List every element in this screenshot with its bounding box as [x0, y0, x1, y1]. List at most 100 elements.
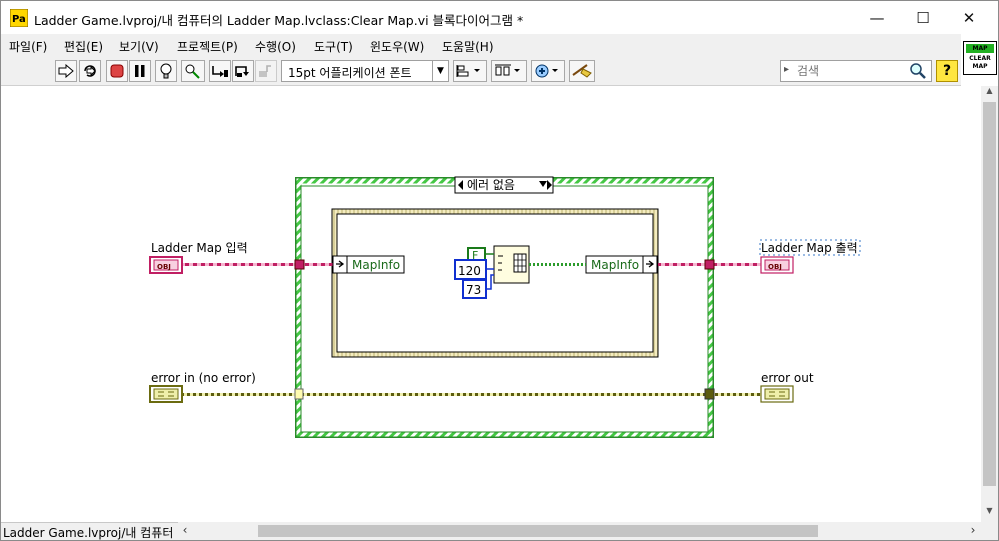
output-obj-tag: OBJ — [768, 263, 782, 271]
retain-wire-values-button[interactable] — [181, 60, 205, 82]
menu-tools[interactable]: 도구(T) — [314, 38, 353, 55]
lightbulb-icon — [160, 63, 172, 79]
step-over-button[interactable] — [232, 60, 254, 82]
scroll-down-icon[interactable]: ▼ — [981, 506, 998, 520]
search-input[interactable] — [797, 63, 907, 79]
menu-edit[interactable]: 편집(E) — [64, 38, 103, 55]
run-continuously-button[interactable] — [79, 60, 101, 82]
class-input-tunnel[interactable] — [294, 259, 305, 270]
vertical-scroll-thumb[interactable] — [983, 102, 996, 486]
run-continuously-icon — [84, 65, 96, 77]
minimize-button[interactable]: — — [854, 1, 900, 34]
class-wire-in[interactable] — [181, 263, 333, 266]
project-path-label: Ladder Game.lvproj/내 컴퓨터 — [1, 522, 178, 540]
horizontal-scroll-thumb[interactable] — [258, 525, 818, 537]
abort-button[interactable] — [106, 60, 128, 82]
error-in-label: error in (no error) — [151, 371, 256, 385]
font-select[interactable]: 15pt 어플리케이션 폰트 ▼ — [281, 60, 449, 82]
scroll-left-icon[interactable]: ‹ — [178, 523, 192, 539]
menu-file[interactable]: 파일(F) — [9, 38, 47, 55]
initialize-array-function[interactable] — [493, 245, 530, 284]
svg-text:Pa: Pa — [12, 14, 26, 25]
align-objects-button[interactable] — [453, 60, 487, 82]
cols-constant[interactable]: 73 — [462, 279, 487, 299]
vi-icon-text-2: MAP — [972, 63, 988, 70]
highlight-execution-button[interactable] — [155, 60, 177, 82]
menu-help[interactable]: 도움말(H) — [442, 38, 494, 55]
maximize-icon: ☐ — [916, 8, 930, 27]
case-selector[interactable]: 에러 없음 — [454, 176, 554, 194]
pause-button[interactable] — [129, 60, 151, 82]
menu-operate[interactable]: 수행(O) — [255, 38, 296, 55]
step-over-icon — [235, 66, 249, 77]
rows-constant-value: 120 — [458, 264, 481, 278]
labview-app-icon: Pa — [10, 9, 28, 27]
error-output-tunnel[interactable] — [704, 388, 715, 400]
help-question-icon: ? — [942, 63, 952, 79]
input-terminal-label: Ladder Map 입력 — [151, 241, 248, 255]
error-out-terminal[interactable] — [760, 385, 794, 403]
run-button[interactable] — [55, 60, 77, 82]
block-diagram[interactable]: 에러 없음 MapInfo MapInfo F 120 73 Ladder Ma… — [1, 86, 981, 522]
step-into-icon — [212, 66, 228, 77]
step-out-button[interactable] — [255, 60, 277, 82]
search-chevron-icon: ▸ — [784, 64, 790, 75]
search-icon[interactable] — [909, 63, 927, 79]
menu-window[interactable]: 윈도우(W) — [370, 38, 424, 55]
probe-icon — [185, 64, 200, 79]
vi-icon-banner: MAP — [966, 44, 994, 53]
minimize-icon: — — [869, 8, 885, 27]
diagram-canvas: 에러 없음 MapInfo MapInfo F 120 73 Ladder Ma… — [149, 176, 861, 438]
error-input-tunnel[interactable] — [294, 388, 304, 400]
case-selector-label: 에러 없음 — [467, 178, 515, 192]
close-icon: ✕ — [962, 8, 976, 27]
scroll-right-icon[interactable]: › — [966, 523, 980, 539]
distribute-objects-icon — [495, 64, 520, 76]
scroll-up-icon[interactable]: ▲ — [981, 86, 998, 100]
rows-constant[interactable]: 120 — [454, 259, 487, 280]
class-output-tunnel[interactable] — [704, 259, 715, 270]
vertical-scrollbar[interactable]: ▲ ▼ — [981, 86, 998, 522]
chevron-down-icon: ▼ — [432, 61, 448, 81]
clean-up-diagram-button[interactable] — [569, 60, 595, 82]
maximize-button[interactable]: ☐ — [900, 1, 946, 34]
abort-icon — [110, 64, 124, 78]
distribute-objects-button[interactable] — [491, 60, 527, 82]
clean-up-broom-icon — [572, 64, 592, 78]
toolbar: 15pt 어플리케이션 폰트 ▼ ▸ ? — [1, 56, 961, 86]
error-out-label: error out — [761, 371, 814, 385]
array-wire[interactable] — [529, 263, 586, 266]
pause-icon — [135, 65, 145, 77]
horizontal-scrollbar[interactable]: ‹ › — [178, 522, 981, 540]
vi-icon-text-1: CLEAR — [969, 55, 991, 62]
close-button[interactable]: ✕ — [946, 1, 992, 34]
menu-bar: 파일(F) 편집(E) 보기(V) 프로젝트(P) 수행(O) 도구(T) 윈도… — [1, 34, 961, 56]
reorder-button[interactable] — [531, 60, 565, 82]
input-obj-tag: OBJ — [157, 263, 171, 271]
window-title: Ladder Game.lvproj/내 컴퓨터의 Ladder Map.lvc… — [34, 13, 524, 28]
title-bar: Pa Ladder Game.lvproj/내 컴퓨터의 Ladder Map.… — [1, 1, 998, 34]
font-select-value: 15pt 어플리케이션 폰트 — [288, 66, 412, 80]
mapinfo-out-label: MapInfo — [591, 258, 639, 272]
output-terminal-label: Ladder Map 출력 — [761, 241, 858, 255]
align-objects-icon — [456, 65, 480, 77]
block-diagram-window: Pa Ladder Game.lvproj/내 컴퓨터의 Ladder Map.… — [0, 0, 999, 541]
menu-view[interactable]: 보기(V) — [119, 38, 159, 55]
cols-constant-value: 73 — [466, 283, 481, 297]
scroll-corner — [981, 522, 998, 540]
ladder-map-input-terminal[interactable]: OBJ — [149, 256, 183, 274]
run-arrow-icon — [58, 64, 74, 78]
mapinfo-bundle-node[interactable]: MapInfo — [585, 255, 658, 274]
step-into-button[interactable] — [209, 60, 231, 82]
error-in-terminal[interactable] — [149, 385, 183, 403]
mapinfo-unbundle-node[interactable]: MapInfo — [332, 255, 405, 274]
ladder-map-output-terminal[interactable]: OBJ — [760, 256, 794, 274]
menu-project[interactable]: 프로젝트(P) — [177, 38, 238, 55]
search-box[interactable]: ▸ — [780, 60, 932, 82]
step-out-icon — [259, 65, 271, 77]
mapinfo-in-label: MapInfo — [352, 258, 400, 272]
context-help-button[interactable]: ? — [936, 60, 958, 82]
error-wire[interactable] — [181, 393, 761, 396]
reorder-icon — [535, 64, 558, 78]
vi-icon[interactable]: MAP CLEAR MAP — [963, 41, 997, 75]
